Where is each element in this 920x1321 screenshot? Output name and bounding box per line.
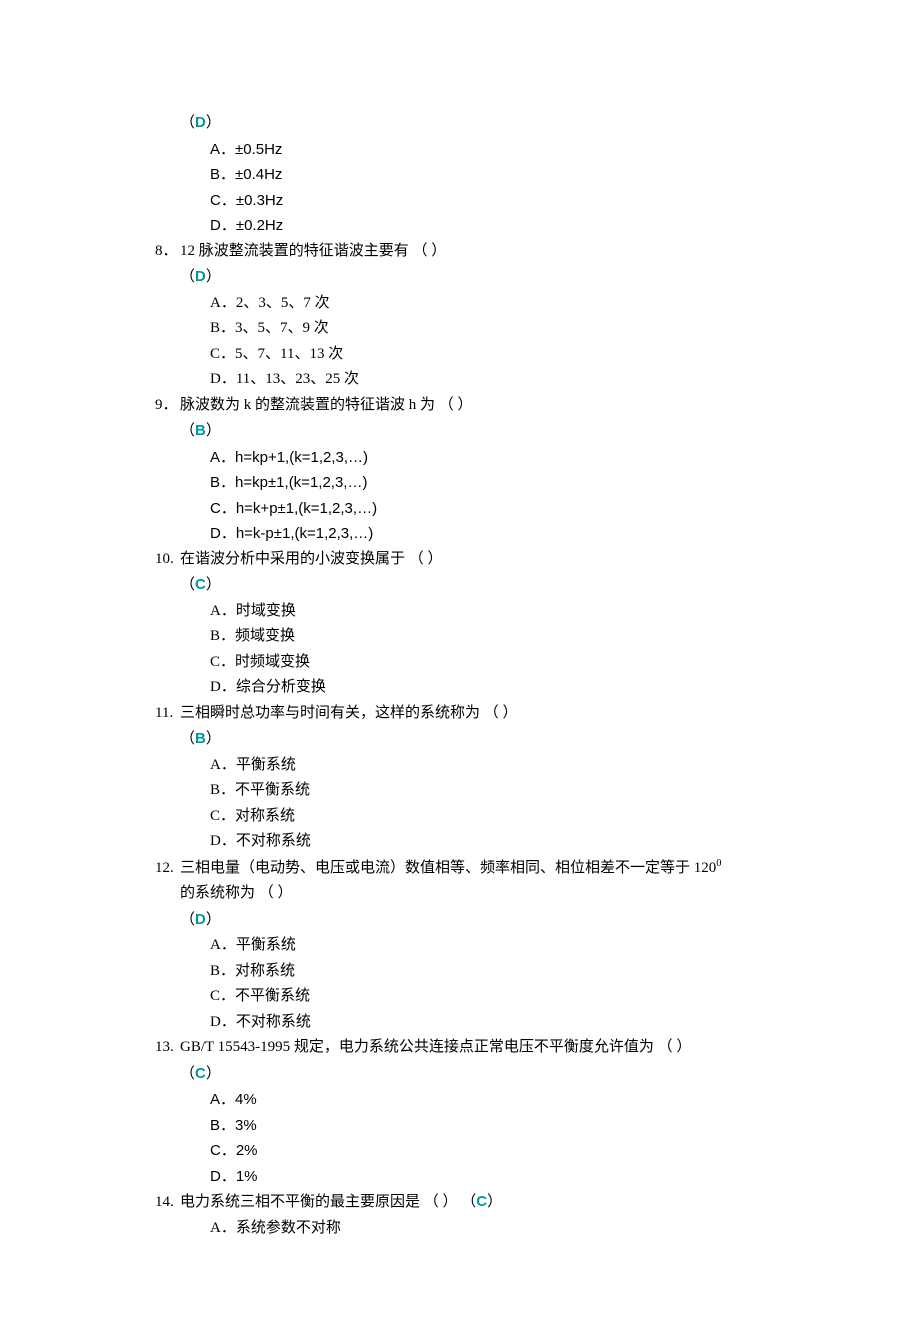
q9-number: 9． (155, 393, 180, 419)
q11-option-d: D．不对称系统 (210, 829, 790, 855)
q13-option-d: D．1% (210, 1164, 790, 1190)
q8-option-d: D．11、13、23、25 次 (210, 367, 790, 393)
q12-option-a: A．平衡系统 (210, 933, 790, 959)
q8-option-c: C．5、7、11、13 次 (210, 342, 790, 368)
q9-stem: 脉波数为 k 的整流装置的特征谐波 h 为 （ ） (180, 393, 473, 419)
q12-option-b: B．对称系统 (210, 959, 790, 985)
q8-stem: 12 脉波整流装置的特征谐波主要有 （ ） (180, 239, 446, 265)
q10-answer: （C） (180, 572, 790, 599)
q11: 11. 三相瞬时总功率与时间有关，这样的系统称为 （ ） (155, 701, 790, 727)
q7-option-c: C．±0.3Hz (210, 188, 790, 214)
q13-stem: GB/T 15543-1995 规定，电力系统公共连接点正常电压不平衡度允许值为… (180, 1035, 691, 1061)
q12: 12. 三相电量（电动势、电压或电流）数值相等、频率相同、相位相差不一定等于 1… (155, 855, 790, 882)
q13-option-b: B．3% (210, 1113, 790, 1139)
q9-option-b: B．h=kp±1,(k=1,2,3,…) (210, 470, 790, 496)
q13-number: 13. (155, 1035, 180, 1061)
q7-answer: （D） (180, 110, 790, 137)
q8: 8． 12 脉波整流装置的特征谐波主要有 （ ） (155, 239, 790, 265)
q12-answer: （D） (180, 907, 790, 934)
q7-option-b: B．±0.4Hz (210, 162, 790, 188)
q10-number: 10. (155, 547, 180, 573)
q11-answer: （B） (180, 726, 790, 753)
q12-number: 12. (155, 856, 180, 882)
q13: 13. GB/T 15543-1995 规定，电力系统公共连接点正常电压不平衡度… (155, 1035, 790, 1061)
q10-option-d: D．综合分析变换 (210, 675, 790, 701)
q8-number: 8． (155, 239, 180, 265)
q11-option-a: A．平衡系统 (210, 753, 790, 779)
q13-option-a: A．4% (210, 1087, 790, 1113)
q14: 14. 电力系统三相不平衡的最主要原因是 （ ） （C） (155, 1189, 790, 1216)
q10: 10. 在谐波分析中采用的小波变换属于 （ ） (155, 547, 790, 573)
q10-option-c: C．时频域变换 (210, 650, 790, 676)
q14-stem: 电力系统三相不平衡的最主要原因是 （ ） （C） (180, 1189, 502, 1216)
q11-option-c: C．对称系统 (210, 804, 790, 830)
q12-stem-line1: 三相电量（电动势、电压或电流）数值相等、频率相同、相位相差不一定等于 1200 (180, 855, 722, 882)
q9-option-c: C．h=k+p±1,(k=1,2,3,…) (210, 496, 790, 522)
q10-option-a: A．时域变换 (210, 599, 790, 625)
q10-option-b: B．频域变换 (210, 624, 790, 650)
q9-option-a: A．h=kp+1,(k=1,2,3,…) (210, 445, 790, 471)
q11-stem: 三相瞬时总功率与时间有关，这样的系统称为 （ ） (180, 701, 518, 727)
q14-number: 14. (155, 1190, 180, 1216)
q9-option-d: D．h=k-p±1,(k=1,2,3,…) (210, 521, 790, 547)
q8-option-b: B．3、5、7、9 次 (210, 316, 790, 342)
q12-option-c: C．不平衡系统 (210, 984, 790, 1010)
q12-option-d: D．不对称系统 (210, 1010, 790, 1036)
q14-option-a: A．系统参数不对称 (210, 1216, 790, 1242)
q8-answer: （D） (180, 264, 790, 291)
q7-option-d: D．±0.2Hz (210, 213, 790, 239)
q13-answer: （C） (180, 1061, 790, 1088)
q11-option-b: B．不平衡系统 (210, 778, 790, 804)
q11-number: 11. (155, 701, 180, 727)
q8-option-a: A．2、3、5、7 次 (210, 291, 790, 317)
q10-stem: 在谐波分析中采用的小波变换属于 （ ） (180, 547, 443, 573)
q9-answer: （B） (180, 418, 790, 445)
q12-stem-line2: 的系统称为 （ ） (180, 881, 790, 907)
document-page: { "q7": { "answer": "D", "options": { "a… (0, 0, 920, 1321)
q13-option-c: C．2% (210, 1138, 790, 1164)
q9: 9． 脉波数为 k 的整流装置的特征谐波 h 为 （ ） (155, 393, 790, 419)
q7-option-a: A．±0.5Hz (210, 137, 790, 163)
